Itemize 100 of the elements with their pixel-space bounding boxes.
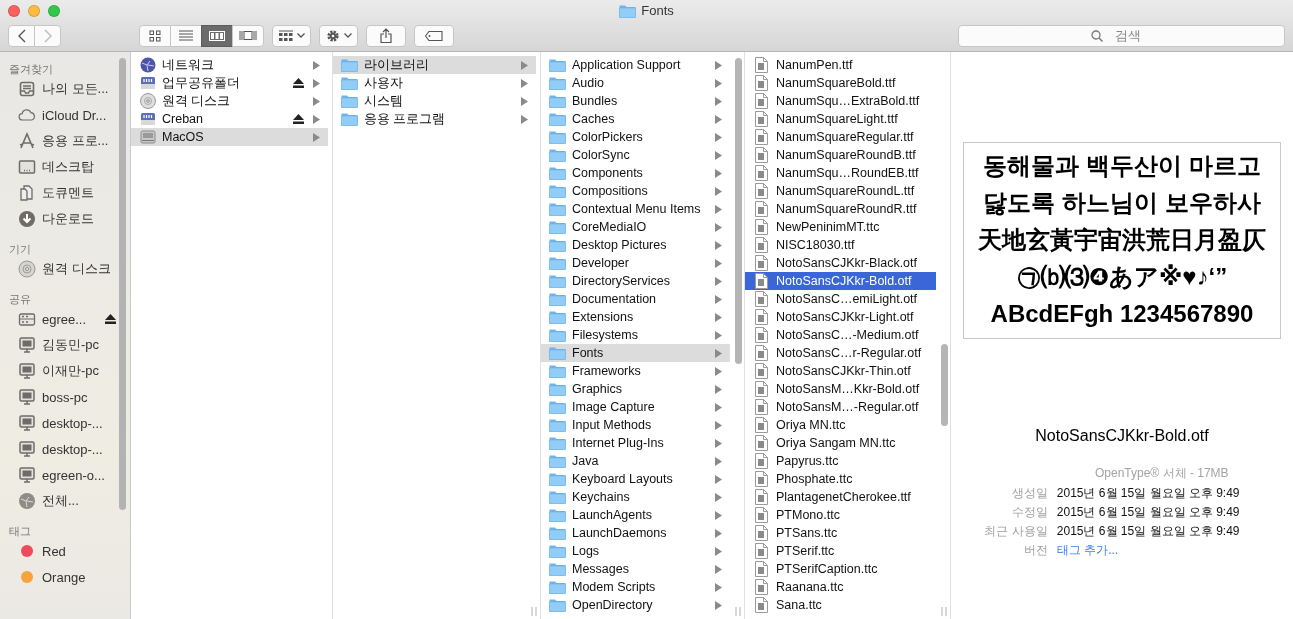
folder-item[interactable]: Messages — [541, 560, 730, 578]
sidebar-item[interactable]: boss-pc — [0, 384, 130, 410]
file-item[interactable]: NotoSansCJKkr-Light.otf — [745, 308, 936, 326]
file-item[interactable]: PlantagenetCherokee.ttf — [745, 488, 936, 506]
sidebar-item[interactable]: Orange — [0, 564, 130, 590]
folder-item[interactable]: LaunchAgents — [541, 506, 730, 524]
folder-item[interactable]: 라이브러리 — [333, 56, 536, 74]
file-item[interactable]: PTMono.ttc — [745, 506, 936, 524]
folder-item[interactable]: Modem Scripts — [541, 578, 730, 596]
sidebar-item[interactable]: 데스크탑 — [0, 154, 130, 180]
sidebar-item[interactable]: 이재만-pc — [0, 358, 130, 384]
resize-handle[interactable] — [735, 607, 741, 616]
file-item[interactable]: NanumSquareRoundR.ttf — [745, 200, 936, 218]
folder-item[interactable]: DirectoryServices — [541, 272, 730, 290]
file-item[interactable]: NotoSansC…emiLight.otf — [745, 290, 936, 308]
file-item[interactable]: NotoSansM…-Regular.otf — [745, 398, 936, 416]
folder-item[interactable]: Logs — [541, 542, 730, 560]
folder-item[interactable]: Documentation — [541, 290, 730, 308]
sidebar-item[interactable]: 원격 디스크 — [0, 256, 130, 282]
arrange-button[interactable] — [272, 24, 311, 47]
add-tag-link[interactable]: 태그 추가... — [1056, 542, 1240, 559]
sidebar-item[interactable]: 도큐멘트 — [0, 180, 130, 206]
file-item[interactable]: PTSans.ttc — [745, 524, 936, 542]
file-item[interactable]: NanumSquareRoundL.ttf — [745, 182, 936, 200]
folder-item[interactable]: Compositions — [541, 182, 730, 200]
file-item[interactable]: NISC18030.ttf — [745, 236, 936, 254]
folder-item[interactable]: Image Capture — [541, 398, 730, 416]
scrollbar-thumb[interactable] — [735, 58, 742, 364]
sidebar-item[interactable]: desktop-... — [0, 436, 130, 462]
eject-icon[interactable] — [293, 78, 304, 88]
folder-item[interactable]: Internet Plug-Ins — [541, 434, 730, 452]
search-field[interactable]: 검색 — [958, 24, 1285, 47]
zoom-button[interactable] — [48, 5, 60, 17]
sidebar-item[interactable]: desktop-... — [0, 410, 130, 436]
file-item[interactable]: NotoSansC…-Medium.otf — [745, 326, 936, 344]
sidebar-item[interactable]: 응용 프로... — [0, 128, 130, 154]
folder-item[interactable]: Application Support — [541, 56, 730, 74]
folder-item[interactable]: Creban — [131, 110, 328, 128]
folder-item[interactable]: Keyboard Layouts — [541, 470, 730, 488]
file-item[interactable]: NanumSqu…RoundEB.ttf — [745, 164, 936, 182]
file-item[interactable]: NewPeninimMT.ttc — [745, 218, 936, 236]
folder-item[interactable]: Audio — [541, 74, 730, 92]
scrollbar-thumb[interactable] — [119, 58, 126, 510]
file-item[interactable]: Raanana.ttc — [745, 578, 936, 596]
file-item[interactable]: PTSerif.ttc — [745, 542, 936, 560]
folder-item[interactable]: 시스템 — [333, 92, 536, 110]
sidebar-item[interactable]: 전체... — [0, 488, 130, 514]
folder-item[interactable]: 사용자 — [333, 74, 536, 92]
back-button[interactable] — [8, 24, 35, 47]
file-item[interactable]: NanumSqu…ExtraBold.ttf — [745, 92, 936, 110]
file-item[interactable]: Oriya Sangam MN.ttc — [745, 434, 936, 452]
eject-icon[interactable] — [293, 114, 304, 124]
folder-item[interactable]: Filesystems — [541, 326, 730, 344]
file-item[interactable]: Oriya MN.ttc — [745, 416, 936, 434]
folder-item[interactable]: Frameworks — [541, 362, 730, 380]
folder-item[interactable]: 네트워크 — [131, 56, 328, 74]
folder-item[interactable]: OpenDirectory — [541, 596, 730, 614]
folder-item[interactable]: Input Methods — [541, 416, 730, 434]
folder-item[interactable]: 응용 프로그램 — [333, 110, 536, 128]
sidebar-item[interactable]: iCloud Dr... — [0, 102, 130, 128]
resize-handle[interactable] — [941, 607, 947, 616]
view-mode-button[interactable] — [201, 24, 233, 47]
folder-item[interactable]: CoreMediaIO — [541, 218, 730, 236]
sidebar-item[interactable]: egreen-o... — [0, 462, 130, 488]
folder-item[interactable]: LaunchDaemons — [541, 524, 730, 542]
view-mode-button[interactable] — [232, 24, 264, 47]
file-item[interactable]: NotoSansC…r-Regular.otf — [745, 344, 936, 362]
folder-item[interactable]: Java — [541, 452, 730, 470]
file-item[interactable]: PTSerifCaption.ttc — [745, 560, 936, 578]
file-item[interactable]: NotoSansM…Kkr-Bold.otf — [745, 380, 936, 398]
folder-item[interactable]: 업무공유폴더 — [131, 74, 328, 92]
folder-item[interactable]: MacOS — [131, 128, 328, 146]
eject-icon[interactable] — [105, 314, 116, 324]
sidebar-item[interactable]: egree... — [0, 306, 130, 332]
folder-item[interactable]: Contextual Menu Items — [541, 200, 730, 218]
action-button[interactable] — [319, 24, 358, 47]
file-item[interactable]: Phosphate.ttc — [745, 470, 936, 488]
folder-item[interactable]: Components — [541, 164, 730, 182]
folder-item[interactable]: Desktop Pictures — [541, 236, 730, 254]
folder-item[interactable]: Fonts — [541, 344, 730, 362]
sidebar-item[interactable]: 김동민-pc — [0, 332, 130, 358]
folder-item[interactable]: Extensions — [541, 308, 730, 326]
folder-item[interactable]: Graphics — [541, 380, 730, 398]
folder-item[interactable]: ColorPickers — [541, 128, 730, 146]
sidebar-item[interactable]: 다운로드 — [0, 206, 130, 232]
resize-handle[interactable] — [531, 607, 537, 616]
view-mode-button[interactable] — [170, 24, 202, 47]
file-item[interactable]: NanumSquareBold.ttf — [745, 74, 936, 92]
folder-item[interactable]: Keychains — [541, 488, 730, 506]
folder-item[interactable]: 원격 디스크 — [131, 92, 328, 110]
view-mode-button[interactable] — [139, 24, 171, 47]
file-item[interactable]: NanumPen.ttf — [745, 56, 936, 74]
folder-item[interactable]: ColorSync — [541, 146, 730, 164]
file-item[interactable]: NotoSansCJKkr-Thin.otf — [745, 362, 936, 380]
file-item[interactable]: Papyrus.ttc — [745, 452, 936, 470]
folder-item[interactable]: Caches — [541, 110, 730, 128]
close-button[interactable] — [8, 5, 20, 17]
file-item[interactable]: NotoSansCJKkr-Black.otf — [745, 254, 936, 272]
file-item[interactable]: NotoSansCJKkr-Bold.otf — [745, 272, 936, 290]
sidebar-item[interactable]: 나의 모든... — [0, 76, 130, 102]
